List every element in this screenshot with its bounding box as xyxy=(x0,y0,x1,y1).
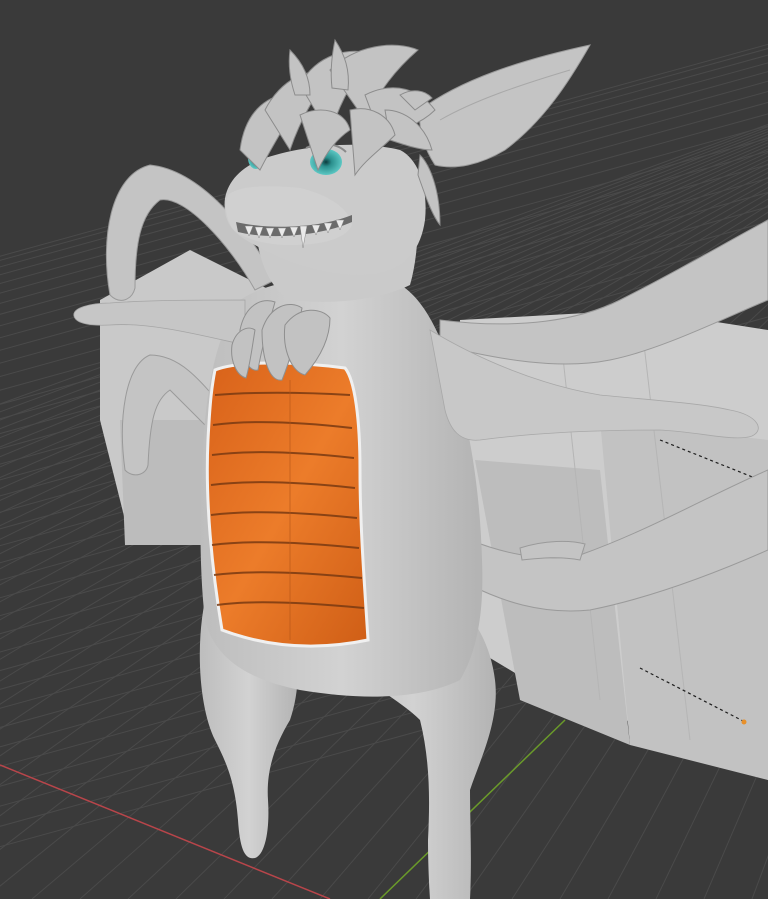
light-point-icon[interactable] xyxy=(741,719,747,725)
chest-plate[interactable] xyxy=(205,361,370,648)
3d-viewport[interactable] xyxy=(0,0,768,899)
